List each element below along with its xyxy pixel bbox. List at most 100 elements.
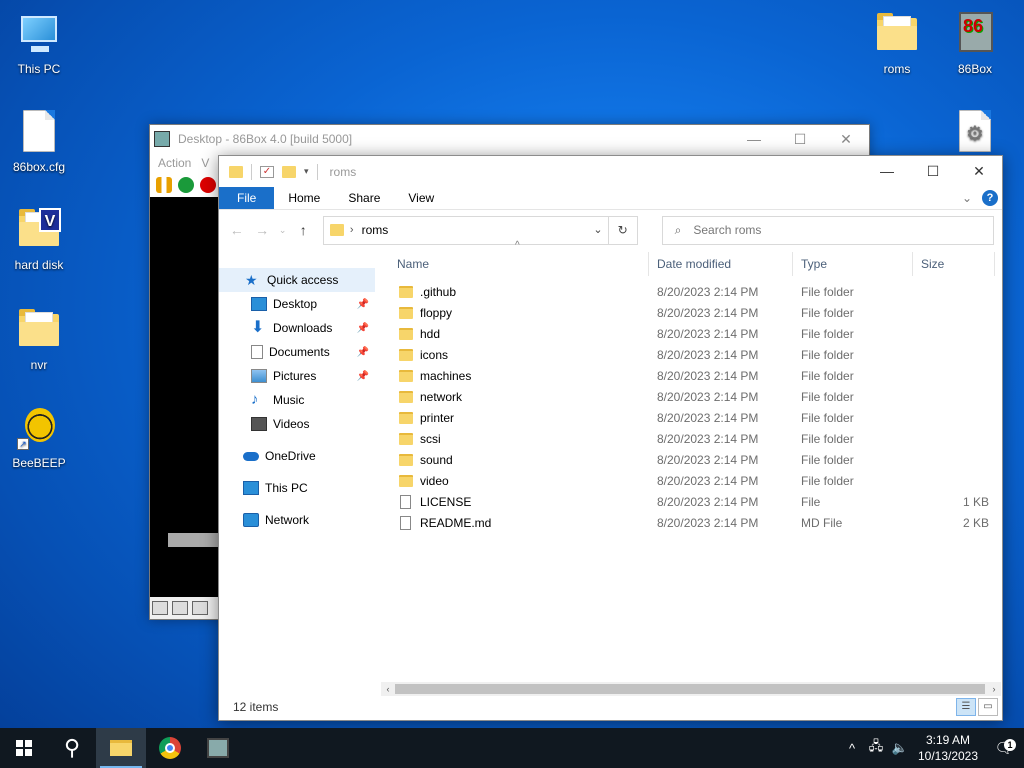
minimize-button[interactable]: — xyxy=(864,163,910,180)
maximize-button[interactable]: ☐ xyxy=(910,163,956,180)
file-name: hdd xyxy=(420,326,441,341)
file-row[interactable]: floppy 8/20/2023 2:14 PM File folder xyxy=(389,302,999,323)
recent-locations-button[interactable]: ⌄ xyxy=(278,225,288,236)
properties-icon[interactable]: ✓ xyxy=(260,165,274,178)
desktop-icon-this-pc[interactable]: This PC xyxy=(2,10,76,76)
nav-onedrive[interactable]: OneDrive xyxy=(219,444,375,468)
desktop-icon-label: 86Box xyxy=(957,62,993,76)
breadcrumb-roms[interactable]: roms xyxy=(362,223,389,237)
nav-network[interactable]: Network xyxy=(219,508,375,532)
back-button[interactable]: ← xyxy=(227,222,246,238)
nav-documents[interactable]: Documents 📌 xyxy=(219,340,375,364)
nav-desktop[interactable]: Desktop 📌 xyxy=(219,292,375,316)
large-icons-view-button[interactable]: ▭ xyxy=(978,698,998,716)
maximize-button[interactable]: ☐ xyxy=(777,131,823,148)
desktop-icon-settings-file[interactable] xyxy=(938,108,1012,160)
file-row[interactable]: README.md 8/20/2023 2:14 PM MD File 2 KB xyxy=(389,512,999,533)
close-button[interactable]: ✕ xyxy=(956,163,1002,180)
horizontal-scrollbar[interactable]: ‹ › xyxy=(381,682,1001,696)
tab-file[interactable]: File xyxy=(219,187,275,209)
column-size[interactable]: Size xyxy=(913,252,995,276)
floppy-drive-icon[interactable] xyxy=(172,601,188,615)
emulator-screen[interactable] xyxy=(150,197,220,597)
column-type[interactable]: Type xyxy=(793,252,913,276)
file-row[interactable]: video 8/20/2023 2:14 PM File folder xyxy=(389,470,999,491)
nav-label: Quick access xyxy=(267,273,339,287)
file-row[interactable]: LICENSE 8/20/2023 2:14 PM File 1 KB xyxy=(389,491,999,512)
minimize-button[interactable]: — xyxy=(731,131,777,148)
menu-action[interactable]: Action xyxy=(158,156,191,170)
notifications-button[interactable]: 🗨 1 xyxy=(984,739,1024,757)
nav-videos[interactable]: Videos xyxy=(219,412,375,436)
reset-icon[interactable] xyxy=(178,177,194,193)
close-button[interactable]: ✕ xyxy=(823,131,869,148)
refresh-button[interactable]: ↻ xyxy=(607,216,637,244)
forward-button[interactable]: → xyxy=(252,222,271,238)
tray-overflow-chevron-icon[interactable]: ^ xyxy=(840,741,864,756)
pause-icon[interactable] xyxy=(156,177,172,193)
nav-this-pc[interactable]: This PC xyxy=(219,476,375,500)
breadcrumb-chevron-icon[interactable]: › xyxy=(350,224,354,236)
power-icon[interactable] xyxy=(200,177,216,193)
file-row[interactable]: machines 8/20/2023 2:14 PM File folder xyxy=(389,365,999,386)
desktop-icon-roms[interactable]: roms xyxy=(860,10,934,76)
tab-home[interactable]: Home xyxy=(274,187,334,209)
scroll-right-button[interactable]: › xyxy=(987,682,1001,696)
file-row[interactable]: network 8/20/2023 2:14 PM File folder xyxy=(389,386,999,407)
view-switcher: ☰ ▭ xyxy=(956,698,998,716)
explorer-window[interactable]: ✓ ▾ roms — ☐ ✕ File Home Share View ⌄ ? … xyxy=(218,155,1003,721)
tab-view[interactable]: View xyxy=(394,187,448,209)
cloud-icon xyxy=(243,451,259,461)
floppy-drive-icon[interactable] xyxy=(152,601,168,615)
explorer-titlebar[interactable]: ✓ ▾ roms — ☐ ✕ xyxy=(219,156,1002,187)
desktop-icon-86box-cfg[interactable]: 86box.cfg xyxy=(2,108,76,174)
file-row[interactable]: icons 8/20/2023 2:14 PM File folder xyxy=(389,344,999,365)
file-date: 8/20/2023 2:14 PM xyxy=(657,368,759,383)
nav-quick-access[interactable]: ★ Quick access xyxy=(219,268,375,292)
taskbar-file-explorer[interactable] xyxy=(96,728,146,768)
customize-toolbar-icon[interactable]: ▾ xyxy=(304,166,309,177)
desktop-icon-beebeep[interactable]: ↗ BeeBEEP xyxy=(2,404,76,470)
file-row[interactable]: sound 8/20/2023 2:14 PM File folder xyxy=(389,449,999,470)
floppy-drive-icon[interactable] xyxy=(192,601,208,615)
column-name[interactable]: Name xyxy=(389,252,649,276)
search-placeholder[interactable]: Search roms xyxy=(693,223,761,237)
file-row[interactable]: hdd 8/20/2023 2:14 PM File folder xyxy=(389,323,999,344)
desktop-icon-hard-disk[interactable]: V hard disk xyxy=(2,206,76,272)
new-folder-icon[interactable] xyxy=(282,165,296,178)
file-row[interactable]: scsi 8/20/2023 2:14 PM File folder xyxy=(389,428,999,449)
nav-pictures[interactable]: Pictures 📌 xyxy=(219,364,375,388)
network-icon[interactable]: 🖧 xyxy=(864,737,888,759)
scroll-left-button[interactable]: ‹ xyxy=(381,682,395,696)
nav-downloads[interactable]: ⬇ Downloads 📌 xyxy=(219,316,375,340)
address-bar[interactable]: › roms ⌄ ↻ xyxy=(322,215,638,245)
86box-titlebar[interactable]: Desktop - 86Box 4.0 [build 5000] — ☐ ✕ xyxy=(150,125,869,153)
search-box[interactable]: ⌕ Search roms xyxy=(661,215,994,245)
folder-icon xyxy=(229,165,243,178)
up-button[interactable]: ↑ xyxy=(294,222,313,238)
file-row[interactable]: printer 8/20/2023 2:14 PM File folder xyxy=(389,407,999,428)
search-button[interactable]: ⚲ xyxy=(48,728,96,768)
column-date-modified[interactable]: Date modified xyxy=(649,252,793,276)
file-icon xyxy=(400,494,411,509)
file-name: floppy xyxy=(420,305,453,320)
clock[interactable]: 3:19 AM 10/13/2023 xyxy=(912,732,984,764)
start-button[interactable] xyxy=(0,728,48,768)
help-icon[interactable]: ? xyxy=(982,190,998,206)
taskbar-86box[interactable] xyxy=(194,728,242,768)
tab-share[interactable]: Share xyxy=(334,187,394,209)
address-dropdown-icon[interactable]: ⌄ xyxy=(593,223,602,236)
desktop-icon-nvr[interactable]: nvr xyxy=(2,306,76,372)
ribbon: File Home Share View ⌄ ? xyxy=(219,187,1002,210)
expand-ribbon-icon[interactable]: ⌄ xyxy=(962,191,972,205)
menu-view[interactable]: V xyxy=(201,156,209,170)
scroll-thumb[interactable] xyxy=(395,684,985,694)
file-type: File folder xyxy=(801,284,854,299)
details-view-button[interactable]: ☰ xyxy=(956,698,976,716)
volume-icon[interactable]: 🔈 xyxy=(888,740,912,756)
file-name-cell: machines xyxy=(389,369,649,383)
file-row[interactable]: .github 8/20/2023 2:14 PM File folder xyxy=(389,281,999,302)
nav-music[interactable]: ♪ Music xyxy=(219,388,375,412)
desktop-icon-86box[interactable]: 86 86Box xyxy=(938,10,1012,76)
taskbar-chrome[interactable] xyxy=(146,728,194,768)
